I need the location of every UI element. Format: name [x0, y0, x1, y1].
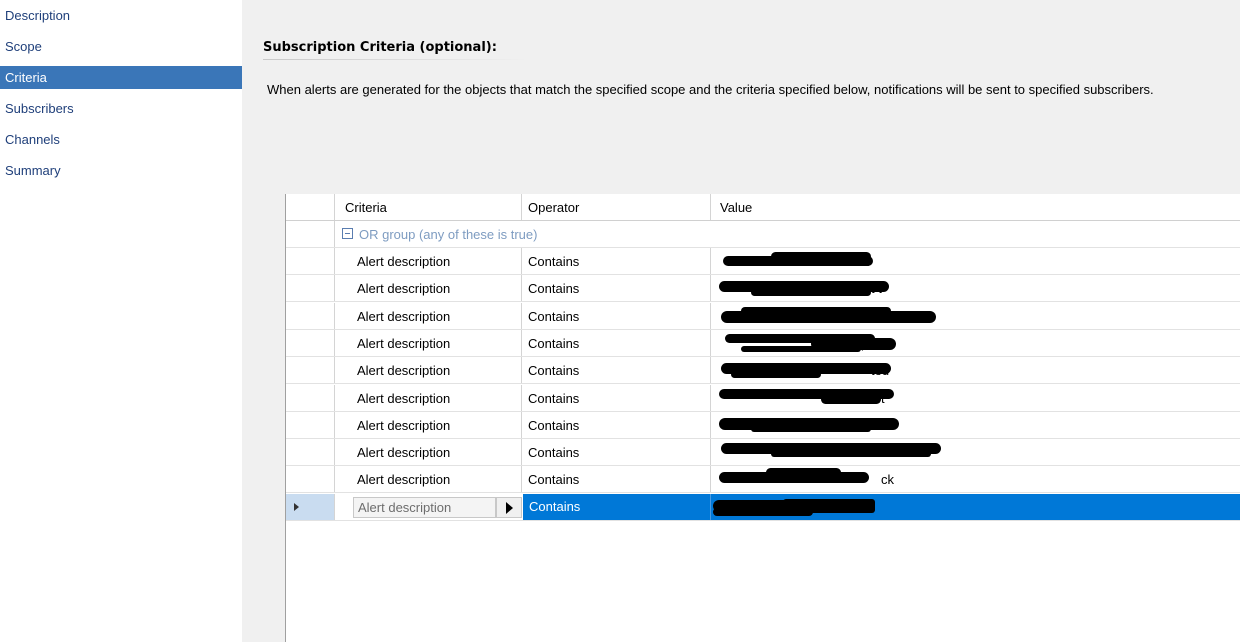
- table-row[interactable]: Alert descriptionContainsrt: [286, 248, 1240, 275]
- table-row[interactable]: Alert descriptionContainsScanner: [286, 439, 1240, 467]
- redaction-mark: [751, 289, 871, 297]
- row-header[interactable]: [286, 275, 335, 302]
- nav-scope[interactable]: Scope: [0, 35, 242, 58]
- row-header[interactable]: [286, 439, 335, 466]
- nav-subscribers[interactable]: Subscribers: [0, 97, 242, 120]
- criteria-cell[interactable]: Alert description: [336, 384, 522, 411]
- selected-row[interactable]: Alert description Contains: [286, 494, 1240, 521]
- intro-text: When alerts are generated for the object…: [267, 82, 1154, 97]
- value-cell[interactable]: p: [711, 330, 1240, 356]
- value-cell[interactable]: ck: [711, 466, 1240, 492]
- selected-row-highlight[interactable]: Contains: [523, 494, 1240, 520]
- redaction-mark: [741, 306, 891, 315]
- criteria-dropdown[interactable]: Alert description: [353, 497, 496, 518]
- criteria-cell[interactable]: Alert description: [336, 248, 522, 274]
- row-header[interactable]: [286, 466, 335, 493]
- value-cell[interactable]: t t: [711, 275, 1240, 301]
- column-header-criteria[interactable]: Criteria: [336, 194, 522, 220]
- operator-cell[interactable]: Contains: [522, 357, 711, 384]
- criteria-cell[interactable]: Alert description: [336, 411, 522, 438]
- value-cell[interactable]: Scanner: [711, 439, 1240, 465]
- selected-operator[interactable]: Contains: [529, 494, 580, 520]
- row-header[interactable]: [286, 248, 335, 274]
- operator-cell[interactable]: Contains: [522, 466, 711, 493]
- row-header-current[interactable]: [286, 494, 335, 520]
- operator-cell[interactable]: Contains: [522, 384, 711, 411]
- operator-cell[interactable]: Contains: [522, 248, 711, 274]
- criteria-cell[interactable]: Alert description: [336, 275, 522, 302]
- redaction-mark: [741, 345, 861, 352]
- row-header[interactable]: [286, 384, 335, 411]
- operator-cell[interactable]: Contains: [522, 439, 711, 466]
- table-row[interactable]: Alert description Contains: [286, 411, 1240, 439]
- table-row[interactable]: Alert description Contains ck: [286, 466, 1240, 494]
- criteria-cell[interactable]: Alert description: [336, 302, 522, 329]
- nav-description[interactable]: Description: [0, 4, 242, 27]
- criteria-dropdown-arrow-icon[interactable]: [496, 497, 522, 518]
- row-header: [286, 221, 335, 247]
- redaction-mark: [771, 252, 871, 261]
- row-header[interactable]: [286, 411, 335, 438]
- table-row[interactable]: Alert descriptionContainst t: [286, 275, 1240, 303]
- redaction-mark: [821, 394, 881, 404]
- row-header[interactable]: [286, 329, 335, 356]
- table-row[interactable]: Alert descriptionContainsct to: [286, 302, 1240, 330]
- heading-divider: [263, 59, 528, 60]
- collapse-icon[interactable]: [342, 228, 353, 240]
- redaction-mark: [731, 371, 821, 379]
- row-header[interactable]: [286, 357, 335, 384]
- value-cell[interactable]: t: [711, 385, 1240, 411]
- operator-cell[interactable]: Contains: [522, 329, 711, 356]
- table-row[interactable]: Alert descriptionContainst: [286, 384, 1240, 412]
- or-group-row[interactable]: OR group (any of these is true): [286, 221, 1240, 248]
- operator-cell[interactable]: Contains: [522, 275, 711, 302]
- row-header-corner: [286, 194, 335, 220]
- current-row-arrow-icon: [294, 503, 299, 511]
- value-cell[interactable]: ted: [711, 357, 1240, 383]
- value-cell[interactable]: rt: [711, 248, 1240, 274]
- value-cell[interactable]: [711, 412, 1240, 438]
- nav-criteria[interactable]: Criteria: [0, 66, 242, 89]
- column-separator: [710, 494, 711, 520]
- value-text: ck: [881, 472, 894, 488]
- operator-cell[interactable]: Contains: [522, 302, 711, 329]
- or-group-cell[interactable]: OR group (any of these is true): [336, 221, 1240, 247]
- criteria-cell[interactable]: Alert description: [336, 329, 522, 356]
- redaction-mark: [751, 425, 871, 432]
- operator-cell[interactable]: Contains: [522, 411, 711, 438]
- table-row[interactable]: Alert descriptionContainsp: [286, 329, 1240, 357]
- wizard-sidebar: Description Scope Criteria Subscribers C…: [0, 0, 242, 642]
- criteria-cell[interactable]: Alert description: [336, 439, 522, 466]
- redaction-mark: [713, 508, 813, 516]
- grid-header: Criteria Operator Value: [286, 194, 1240, 221]
- redaction-mark: [766, 468, 841, 478]
- row-header[interactable]: [286, 302, 335, 329]
- nav-channels[interactable]: Channels: [0, 128, 242, 151]
- column-header-value[interactable]: Value: [711, 194, 1240, 220]
- page-title: Subscription Criteria (optional):: [263, 40, 497, 55]
- group-label: OR group (any of these is true): [359, 227, 538, 242]
- nav-summary[interactable]: Summary: [0, 159, 242, 182]
- column-header-operator[interactable]: Operator: [522, 194, 711, 220]
- criteria-cell[interactable]: Alert description: [336, 357, 522, 384]
- criteria-cell[interactable]: Alert description: [336, 466, 522, 493]
- criteria-grid[interactable]: Criteria Operator Value OR group (any of…: [285, 194, 1240, 642]
- table-row[interactable]: Alert descriptionContainsted: [286, 357, 1240, 385]
- value-cell[interactable]: ct to: [711, 303, 1240, 329]
- redaction-mark: [771, 451, 931, 458]
